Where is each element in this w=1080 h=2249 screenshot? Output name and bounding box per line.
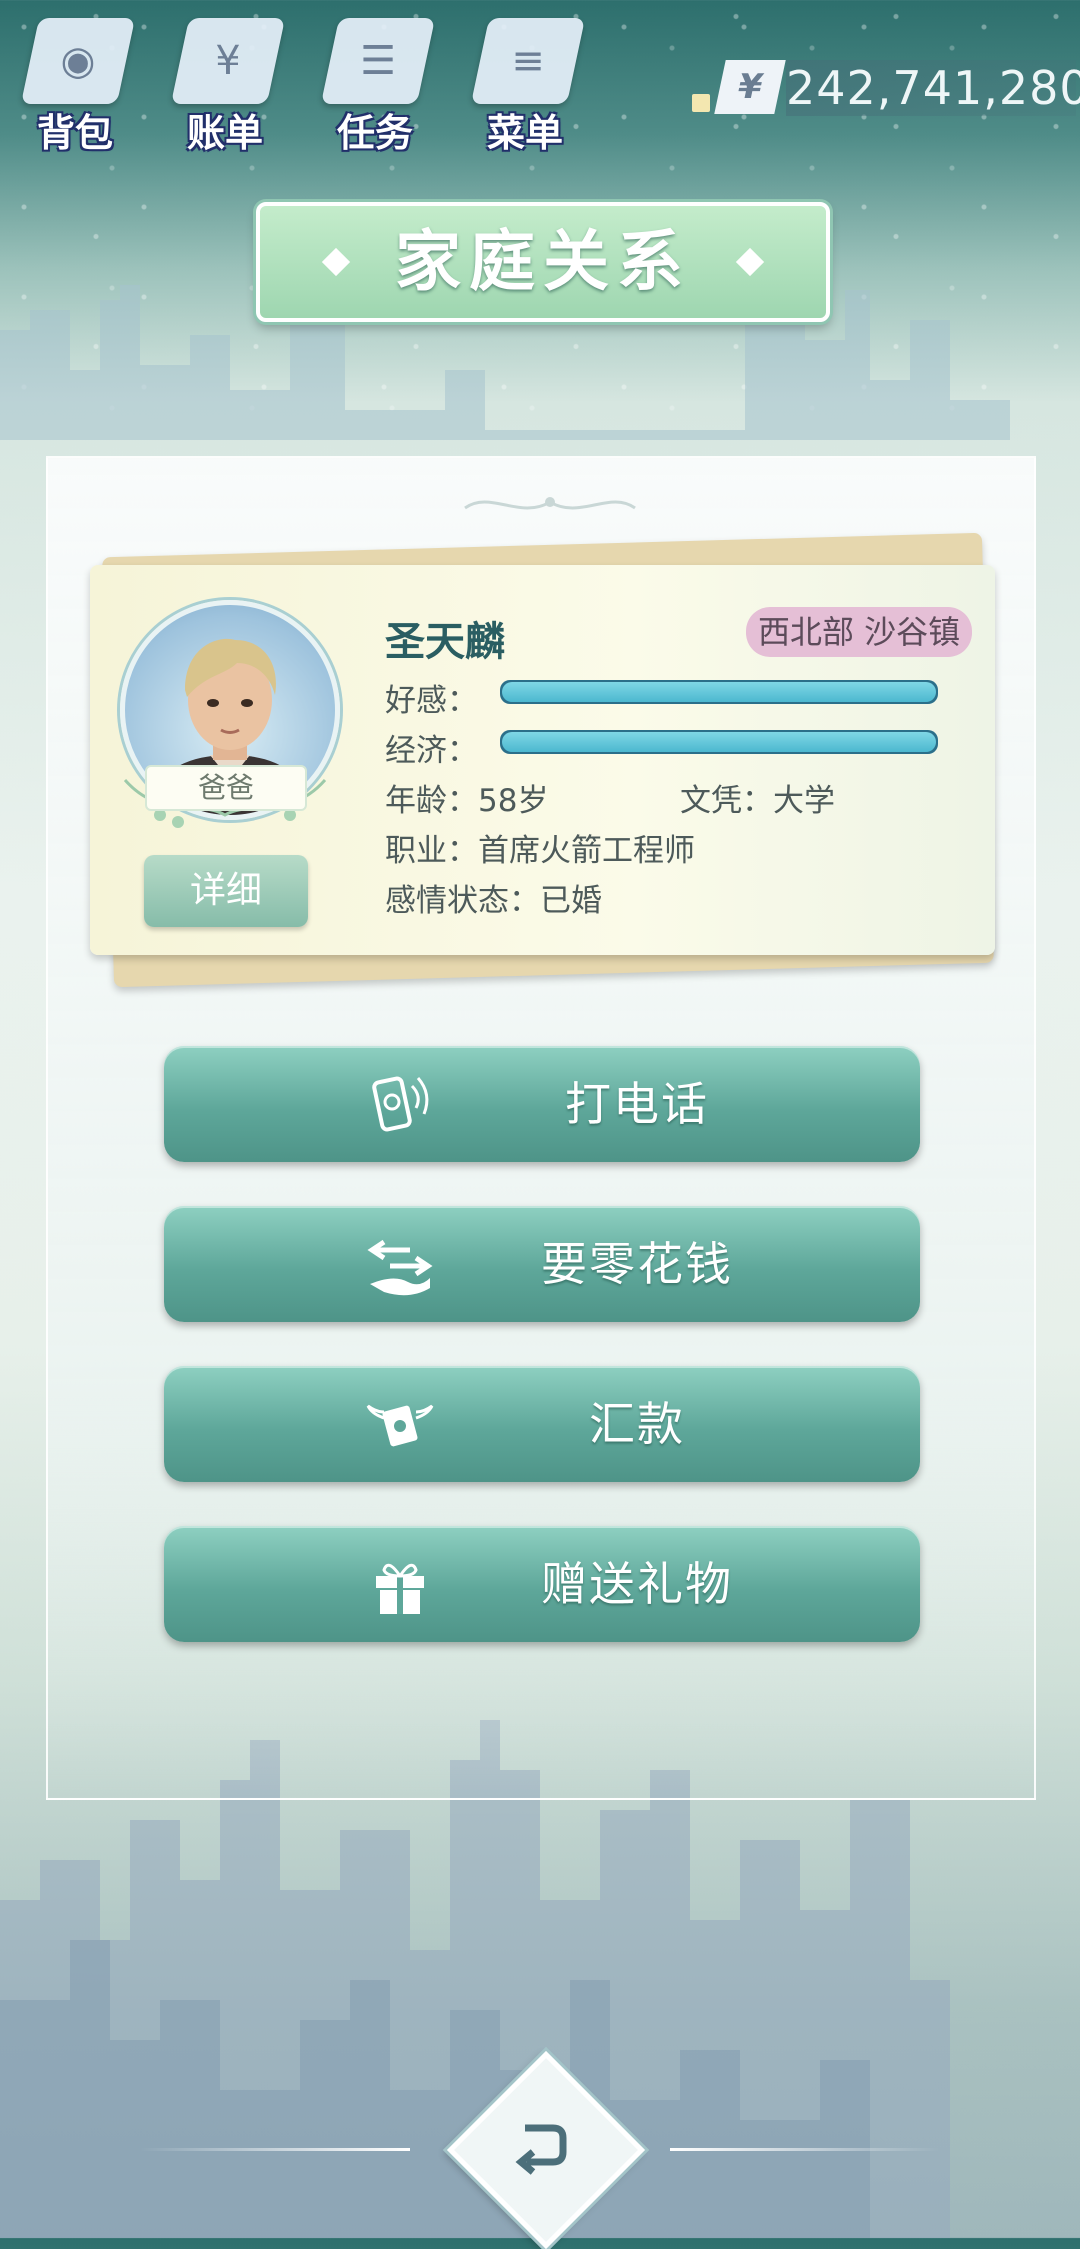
ask-allowance-button[interactable]: 要零花钱 (164, 1206, 920, 1322)
coin-icon (692, 94, 710, 112)
topbar-bill-button[interactable]: ¥ 账单 (160, 10, 290, 155)
menu-icon: ≡ (470, 18, 586, 104)
task-icon: ☰ (320, 18, 436, 104)
topbar-menu-label: 菜单 (486, 111, 563, 155)
favor-bar-fill (502, 682, 936, 702)
call-button[interactable]: 打电话 (164, 1046, 920, 1162)
character-card: 爸爸 详细 圣天麟 西北部 沙谷镇 好感： 经济： 年龄：58岁 文凭：大学 职… (90, 565, 995, 955)
money-amount: 242,741,280 (786, 60, 1080, 116)
topbar-menu-button[interactable]: ≡ 菜单 (460, 10, 590, 155)
age-text: 年龄：58岁 (385, 783, 549, 819)
topbar-task-label: 任务 (336, 111, 413, 155)
relationship-status-text: 感情状态：已婚 (385, 883, 602, 919)
flourish-icon (464, 497, 636, 510)
character-name: 圣天麟 (385, 619, 505, 665)
topbar-task-button[interactable]: ☰ 任务 (310, 10, 440, 155)
call-button-label: 打电话 (565, 1077, 709, 1131)
economy-label: 经济： (385, 733, 478, 769)
topbar-bag-button[interactable]: ◉ 背包 (10, 10, 140, 155)
economy-bar (500, 730, 938, 754)
back-divider-left (140, 2148, 410, 2151)
economy-bar-fill (502, 732, 936, 752)
top-bar: ◉ 背包 ¥ 账单 ☰ 任务 ≡ 菜单 ¥ 242,741,280 (0, 0, 1080, 155)
favor-bar (500, 680, 938, 704)
topbar-bag-label: 背包 (36, 111, 113, 155)
currency-icon: ¥ (714, 60, 786, 114)
send-gift-button-label: 赠送礼物 (541, 1557, 733, 1611)
region-badge: 西北部 沙谷镇 (746, 607, 973, 657)
back-divider-right (670, 2148, 940, 2151)
topbar-bill-label: 账单 (186, 111, 263, 155)
money-display: ¥ 242,741,280 (692, 60, 1080, 116)
page-title-banner: 家庭关系 (256, 202, 830, 322)
send-gift-button[interactable]: 赠送礼物 (164, 1526, 920, 1642)
remit-button[interactable]: 汇款 (164, 1366, 920, 1482)
bill-icon: ¥ (170, 18, 286, 104)
ask-allowance-button-label: 要零花钱 (541, 1237, 733, 1291)
favor-label: 好感： (385, 683, 478, 719)
detail-button[interactable]: 详细 (144, 855, 308, 927)
occupation-text: 职业：首席火箭工程师 (385, 833, 695, 869)
remit-button-label: 汇款 (589, 1397, 685, 1451)
bag-icon: ◉ (20, 18, 136, 104)
back-arrow-icon (515, 2124, 567, 2175)
relation-tag: 爸爸 (145, 765, 307, 811)
education-text: 文凭：大学 (680, 783, 835, 819)
